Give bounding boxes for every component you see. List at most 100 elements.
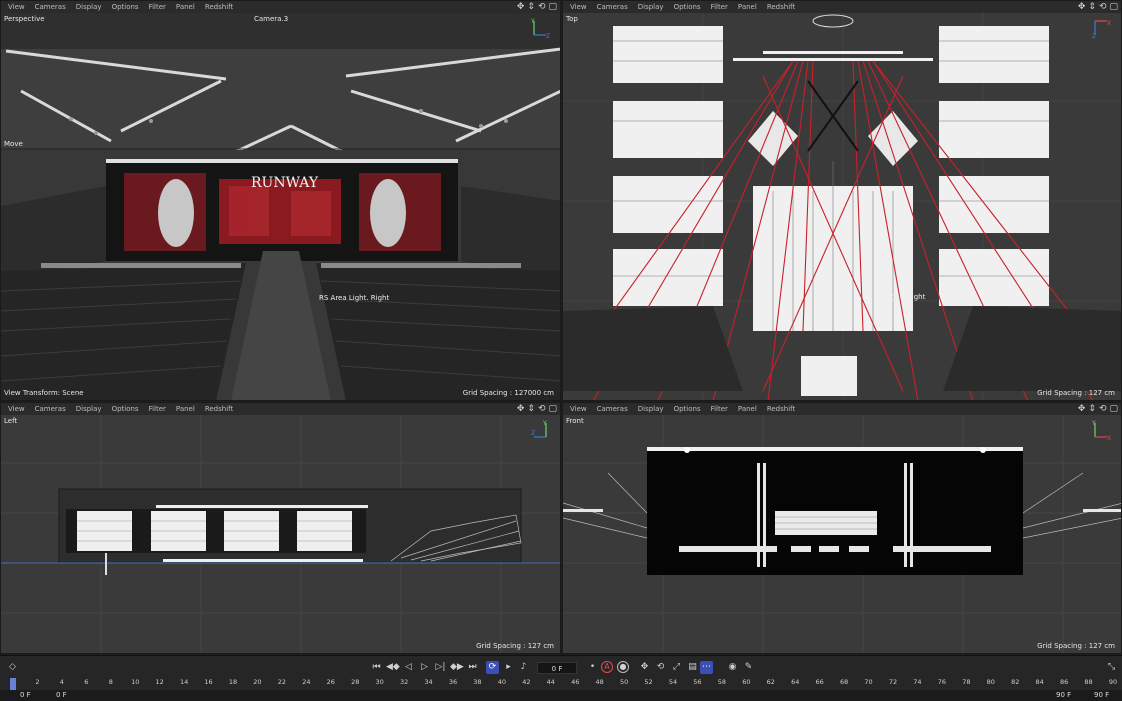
menu-cameras[interactable]: Cameras: [592, 1, 633, 13]
zoom-icon[interactable]: ⟲: [1099, 1, 1107, 13]
rotate-key-icon[interactable]: ⟲: [654, 661, 667, 674]
menu-redshift[interactable]: Redshift: [200, 1, 238, 13]
frame-ruler[interactable]: 0246810121416182022242628303234363840424…: [0, 678, 1122, 690]
previous-key-icon[interactable]: ◀◆: [386, 661, 400, 674]
top-view-label[interactable]: Top: [566, 15, 578, 23]
active-camera-label[interactable]: Camera.3: [254, 15, 288, 23]
expand-timeline-icon[interactable]: ⤡: [1105, 661, 1118, 674]
ruler-tick-label: 50: [619, 678, 629, 686]
play-icon[interactable]: ▷: [418, 661, 431, 674]
menu-panel[interactable]: Panel: [171, 1, 200, 13]
record-active-icon[interactable]: A: [601, 661, 613, 673]
move-key-icon[interactable]: ✥: [638, 661, 651, 674]
menu-filter[interactable]: Filter: [144, 1, 171, 13]
move-view-icon[interactable]: ✥: [517, 403, 525, 415]
front-view-label[interactable]: Front: [566, 417, 584, 425]
move-view-icon[interactable]: ✥: [1078, 403, 1086, 415]
left-scene: [1, 415, 560, 653]
perspective-view-label[interactable]: Perspective: [4, 15, 45, 23]
point-level-icon[interactable]: ⋯: [700, 661, 713, 674]
menu-panel[interactable]: Panel: [171, 403, 200, 415]
top-scene: [563, 13, 1121, 400]
autokey-icon[interactable]: ●: [617, 661, 629, 673]
motion-system-icon[interactable]: ◉: [726, 661, 739, 674]
menu-filter[interactable]: Filter: [144, 403, 171, 415]
menu-panel[interactable]: Panel: [733, 403, 762, 415]
menu-options[interactable]: Options: [107, 403, 144, 415]
pan-icon[interactable]: ⇕: [527, 1, 535, 13]
menu-filter[interactable]: Filter: [706, 1, 733, 13]
toggle-views-icon[interactable]: ▢: [548, 403, 557, 415]
pan-icon[interactable]: ⇕: [527, 403, 535, 415]
frame-range-bar: 0 F 0 F 90 F 90 F: [0, 690, 1122, 701]
ruler-tick-label: 4: [59, 678, 64, 686]
current-frame-field[interactable]: 0 F: [537, 662, 577, 674]
light-overlay-label: RS Area Light. Right: [319, 294, 390, 302]
menu-display[interactable]: Display: [633, 1, 669, 13]
front-viewport[interactable]: View Cameras Display Options Filter Pane…: [562, 402, 1122, 654]
pan-icon[interactable]: ⇕: [1088, 403, 1096, 415]
previous-frame-icon[interactable]: ◁: [402, 661, 415, 674]
menu-options[interactable]: Options: [669, 1, 706, 13]
ruler-tick-label: 20: [253, 678, 262, 686]
axis-gizmo-icon: Y Z: [530, 18, 550, 39]
keyframe-diamond-icon[interactable]: ◇: [6, 661, 19, 674]
ruler-tick-label: 8: [108, 678, 113, 686]
toggle-views-icon[interactable]: ▢: [1109, 1, 1118, 13]
menu-cameras[interactable]: Cameras: [592, 403, 633, 415]
sound-icon[interactable]: ♪: [517, 661, 530, 674]
next-frame-icon[interactable]: ▷|: [434, 661, 447, 674]
menu-cameras[interactable]: Cameras: [30, 403, 71, 415]
toggle-views-icon[interactable]: ▢: [1109, 403, 1118, 415]
menu-filter[interactable]: Filter: [706, 403, 733, 415]
end-frame-field[interactable]: 90 F: [1094, 690, 1109, 700]
top-viewport[interactable]: View Cameras Display Options Filter Pane…: [562, 0, 1122, 401]
axis-y-label: Y: [530, 18, 535, 25]
ruler-tick-label: 78: [962, 678, 971, 686]
ruler-tick-label: 52: [644, 678, 653, 686]
zoom-icon[interactable]: ⟲: [538, 1, 546, 13]
left-view-label[interactable]: Left: [4, 417, 17, 425]
menu-redshift[interactable]: Redshift: [762, 1, 800, 13]
move-view-icon[interactable]: ✥: [1078, 1, 1086, 13]
menu-display[interactable]: Display: [633, 403, 669, 415]
loop-icon[interactable]: ⟳: [486, 661, 499, 674]
menu-view[interactable]: View: [3, 403, 30, 415]
preview-start-field[interactable]: 0 F: [56, 690, 67, 700]
menu-view[interactable]: View: [565, 403, 592, 415]
scale-key-icon[interactable]: ⤢: [670, 661, 683, 674]
toggle-views-icon[interactable]: ▢: [548, 1, 557, 13]
menu-options[interactable]: Options: [107, 1, 144, 13]
menu-display[interactable]: Display: [71, 403, 107, 415]
param-key-icon[interactable]: ▤: [686, 661, 699, 674]
record-dot-icon[interactable]: •: [586, 661, 599, 674]
zoom-icon[interactable]: ⟲: [538, 403, 546, 415]
next-key-icon[interactable]: ◆▶: [450, 661, 464, 674]
menu-view[interactable]: View: [565, 1, 592, 13]
move-tool-label[interactable]: Move: [4, 140, 23, 148]
playhead[interactable]: [10, 678, 16, 690]
ruler-tick-label: 30: [375, 678, 384, 686]
go-to-end-icon[interactable]: ⏭: [466, 661, 479, 674]
go-to-start-icon[interactable]: ⏮: [370, 661, 383, 674]
menu-view[interactable]: View: [3, 1, 30, 13]
pan-icon[interactable]: ⇕: [1088, 1, 1096, 13]
menu-redshift[interactable]: Redshift: [762, 403, 800, 415]
menu-cameras[interactable]: Cameras: [30, 1, 71, 13]
perspective-scene: [1, 13, 560, 400]
fps-icon[interactable]: ▸: [502, 661, 515, 674]
menu-redshift[interactable]: Redshift: [200, 403, 238, 415]
perspective-viewport[interactable]: View Cameras Display Options Filter Pane…: [0, 0, 561, 401]
left-viewport[interactable]: View Cameras Display Options Filter Pane…: [0, 402, 561, 654]
ruler-tick-label: 6: [84, 678, 89, 686]
sketch-icon[interactable]: ✎: [742, 661, 755, 674]
menu-panel[interactable]: Panel: [733, 1, 762, 13]
zoom-icon[interactable]: ⟲: [1099, 403, 1107, 415]
menu-options[interactable]: Options: [669, 403, 706, 415]
left-menubar: View Cameras Display Options Filter Pane…: [1, 403, 560, 415]
menu-display[interactable]: Display: [71, 1, 107, 13]
preview-end-field[interactable]: 90 F: [1056, 690, 1071, 700]
move-view-icon[interactable]: ✥: [517, 1, 525, 13]
ruler-tick-label: 18: [228, 678, 238, 686]
start-frame-field[interactable]: 0 F: [20, 690, 31, 700]
